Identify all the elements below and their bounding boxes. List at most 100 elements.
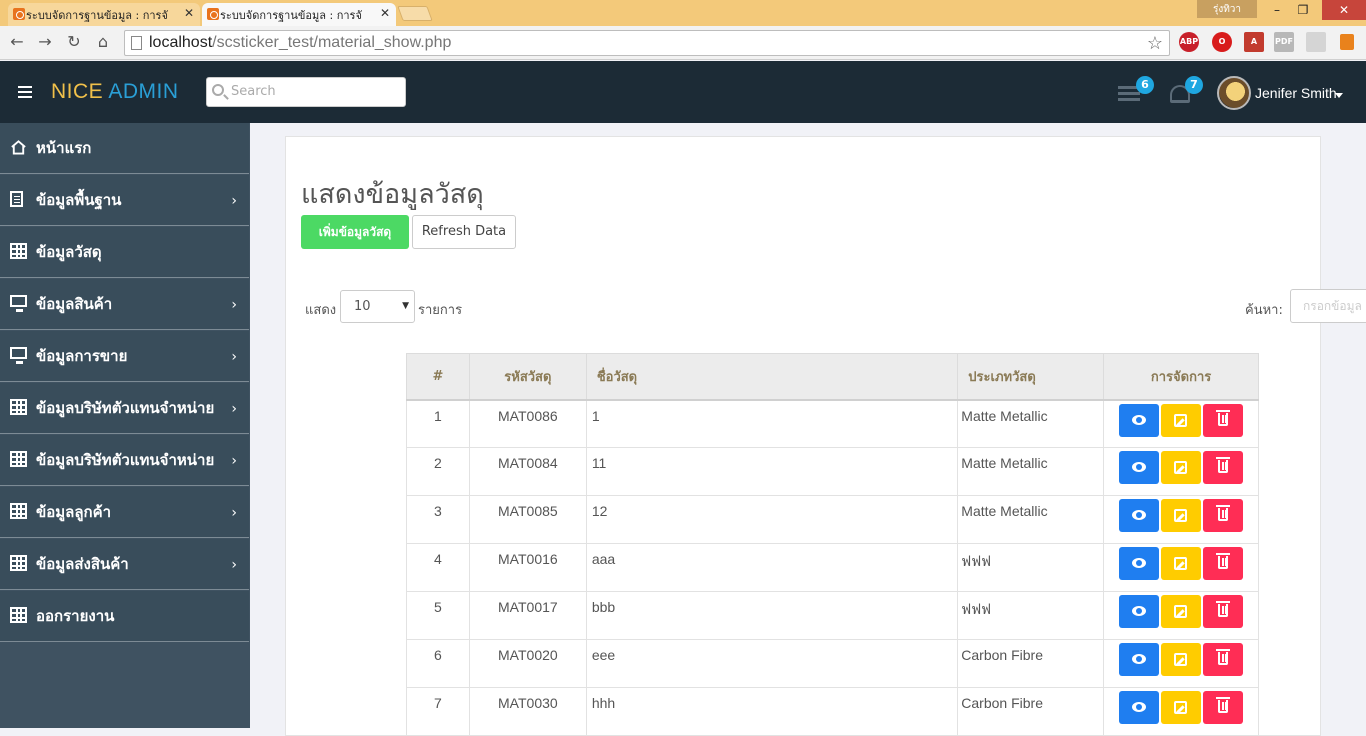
sidebar-item-reports[interactable]: ออกรายงาน [0,591,249,642]
material-code: MAT0084 [468,447,587,496]
column-header-number[interactable]: # [406,353,470,401]
edit-button[interactable] [1161,691,1202,724]
extension-icon[interactable] [1306,32,1326,52]
tab-close-icon[interactable]: ✕ [184,6,194,20]
sidebar-item-customers[interactable]: ข้อมูลลูกค้า › [0,487,249,538]
browser-tab-2[interactable]: ระบบจัดการฐานข้อมูล : การจั ✕ [202,3,396,26]
logo[interactable]: NICE ADMIN [51,80,179,104]
row-actions [1103,447,1259,496]
new-tab-button[interactable] [397,6,433,21]
adblock-icon[interactable]: ABP [1179,32,1199,52]
view-button[interactable] [1119,691,1160,724]
sidebar-item-materials[interactable]: ข้อมูลวัสดุ [0,227,249,278]
sidebar-item-home[interactable]: หน้าแรก [0,123,249,174]
home-icon[interactable]: ⌂ [93,32,113,52]
row-number: 6 [406,639,470,688]
edit-button[interactable] [1161,547,1202,580]
delete-button[interactable] [1203,643,1244,676]
logo-part-1: NICE [51,80,104,103]
delete-button[interactable] [1203,403,1244,437]
edit-button[interactable] [1161,451,1202,484]
material-code: MAT0017 [468,591,587,640]
sidebar-item-basic-data[interactable]: ข้อมูลพื้นฐาน › [0,175,249,226]
sidebar-item-label: ข้อมูลสินค้า [36,295,113,313]
sidebar-item-label: ออกรายงาน [36,607,115,625]
tab-close-icon[interactable]: ✕ [380,6,390,20]
column-header-type[interactable]: ประเภทวัสดุ [957,353,1105,401]
eye-icon [1132,606,1147,616]
sidebar-item-dealers-1[interactable]: ข้อมูลบริษัทตัวแทนจำหน่าย › [0,383,249,434]
browser-tab-1[interactable]: ระบบจัดการฐานข้อมูล : การจั ✕ [8,3,200,26]
edit-button[interactable] [1161,499,1202,532]
minimize-button[interactable]: – [1264,0,1290,20]
material-name: 12 [585,495,959,544]
row-number: 3 [406,495,470,544]
eye-icon [1132,702,1147,712]
delete-button[interactable] [1203,691,1244,724]
material-type: Carbon Fibre [957,639,1105,688]
delete-button[interactable] [1203,451,1244,484]
view-button[interactable] [1119,643,1160,676]
row-number: 2 [406,447,470,496]
pdf-icon[interactable]: A [1244,32,1264,52]
row-actions [1103,543,1259,592]
view-button[interactable] [1119,451,1160,484]
menu-icon[interactable] [1340,34,1354,50]
hamburger-menu-icon[interactable] [18,86,32,98]
header-search-input[interactable]: Search [206,77,406,107]
delete-button[interactable] [1203,547,1244,580]
view-button[interactable] [1119,403,1160,437]
trash-icon [1216,649,1231,665]
row-number: 4 [406,543,470,592]
window-close-button[interactable]: ✕ [1322,0,1366,20]
table-icon [10,607,27,623]
column-header-name[interactable]: ชื่อวัสดุ [585,353,959,401]
page-length-select[interactable]: 10 ▼ [340,290,415,323]
pdf-converter-icon[interactable]: PDF [1274,32,1294,52]
row-actions [1103,639,1259,688]
table-search-input[interactable]: กรอกข้อมูล [1290,289,1366,323]
user-name[interactable]: Jenifer Smith [1255,85,1337,101]
notifications-badge: 7 [1185,76,1203,94]
maximize-button[interactable]: ❐ [1290,0,1316,20]
delete-button[interactable] [1203,595,1244,628]
monitor-icon [10,295,27,312]
monitor-icon [10,347,27,364]
chevron-right-icon: › [231,349,237,365]
opera-icon[interactable]: O [1212,32,1232,52]
edit-icon [1174,461,1188,474]
row-number: 7 [406,687,470,736]
material-type: ฟฟฟ [957,591,1105,640]
address-bar[interactable]: localhost/scsticker_test/material_show.p… [124,30,1170,56]
column-header-code[interactable]: รหัสวัสดุ [468,353,587,401]
view-button[interactable] [1119,499,1160,532]
sidebar-item-sales[interactable]: ข้อมูลการขาย › [0,331,249,382]
bookmark-star-icon[interactable]: ☆ [1147,31,1163,55]
avatar[interactable] [1217,76,1251,110]
reload-icon[interactable]: ↻ [64,32,84,52]
page-title: แสดงข้อมูลวัสดุ [301,179,484,210]
sidebar-item-products[interactable]: ข้อมูลสินค้า › [0,279,249,330]
edit-button[interactable] [1161,643,1202,676]
xampp-favicon-icon [207,8,219,20]
material-code: MAT0085 [468,495,587,544]
sidebar-item-dealers-2[interactable]: ข้อมูลบริษัทตัวแทนจำหน่าย › [0,435,249,486]
edit-button[interactable] [1161,403,1202,437]
refresh-data-button[interactable]: Refresh Data [412,215,516,249]
forward-icon[interactable]: → [35,32,55,52]
delete-button[interactable] [1203,499,1244,532]
back-icon[interactable]: ← [7,32,27,52]
view-button[interactable] [1119,595,1160,628]
edit-icon [1174,413,1188,427]
eye-icon [1132,654,1147,664]
table-row: 5 MAT0017 bbb ฟฟฟ [406,591,1259,640]
length-suffix-label: รายการ [418,303,463,318]
add-material-button[interactable]: เพิ่มข้อมูลวัสดุ [301,215,409,249]
view-button[interactable] [1119,547,1160,580]
material-type: ฟฟฟ [957,543,1105,592]
edit-button[interactable] [1161,595,1202,628]
material-type: Matte Metallic [957,399,1105,448]
browser-user-badge[interactable]: รุ่งทิวา [1197,0,1257,18]
sidebar-item-shipping[interactable]: ข้อมูลส่งสินค้า › [0,539,249,590]
chevron-down-icon[interactable] [1335,93,1343,98]
